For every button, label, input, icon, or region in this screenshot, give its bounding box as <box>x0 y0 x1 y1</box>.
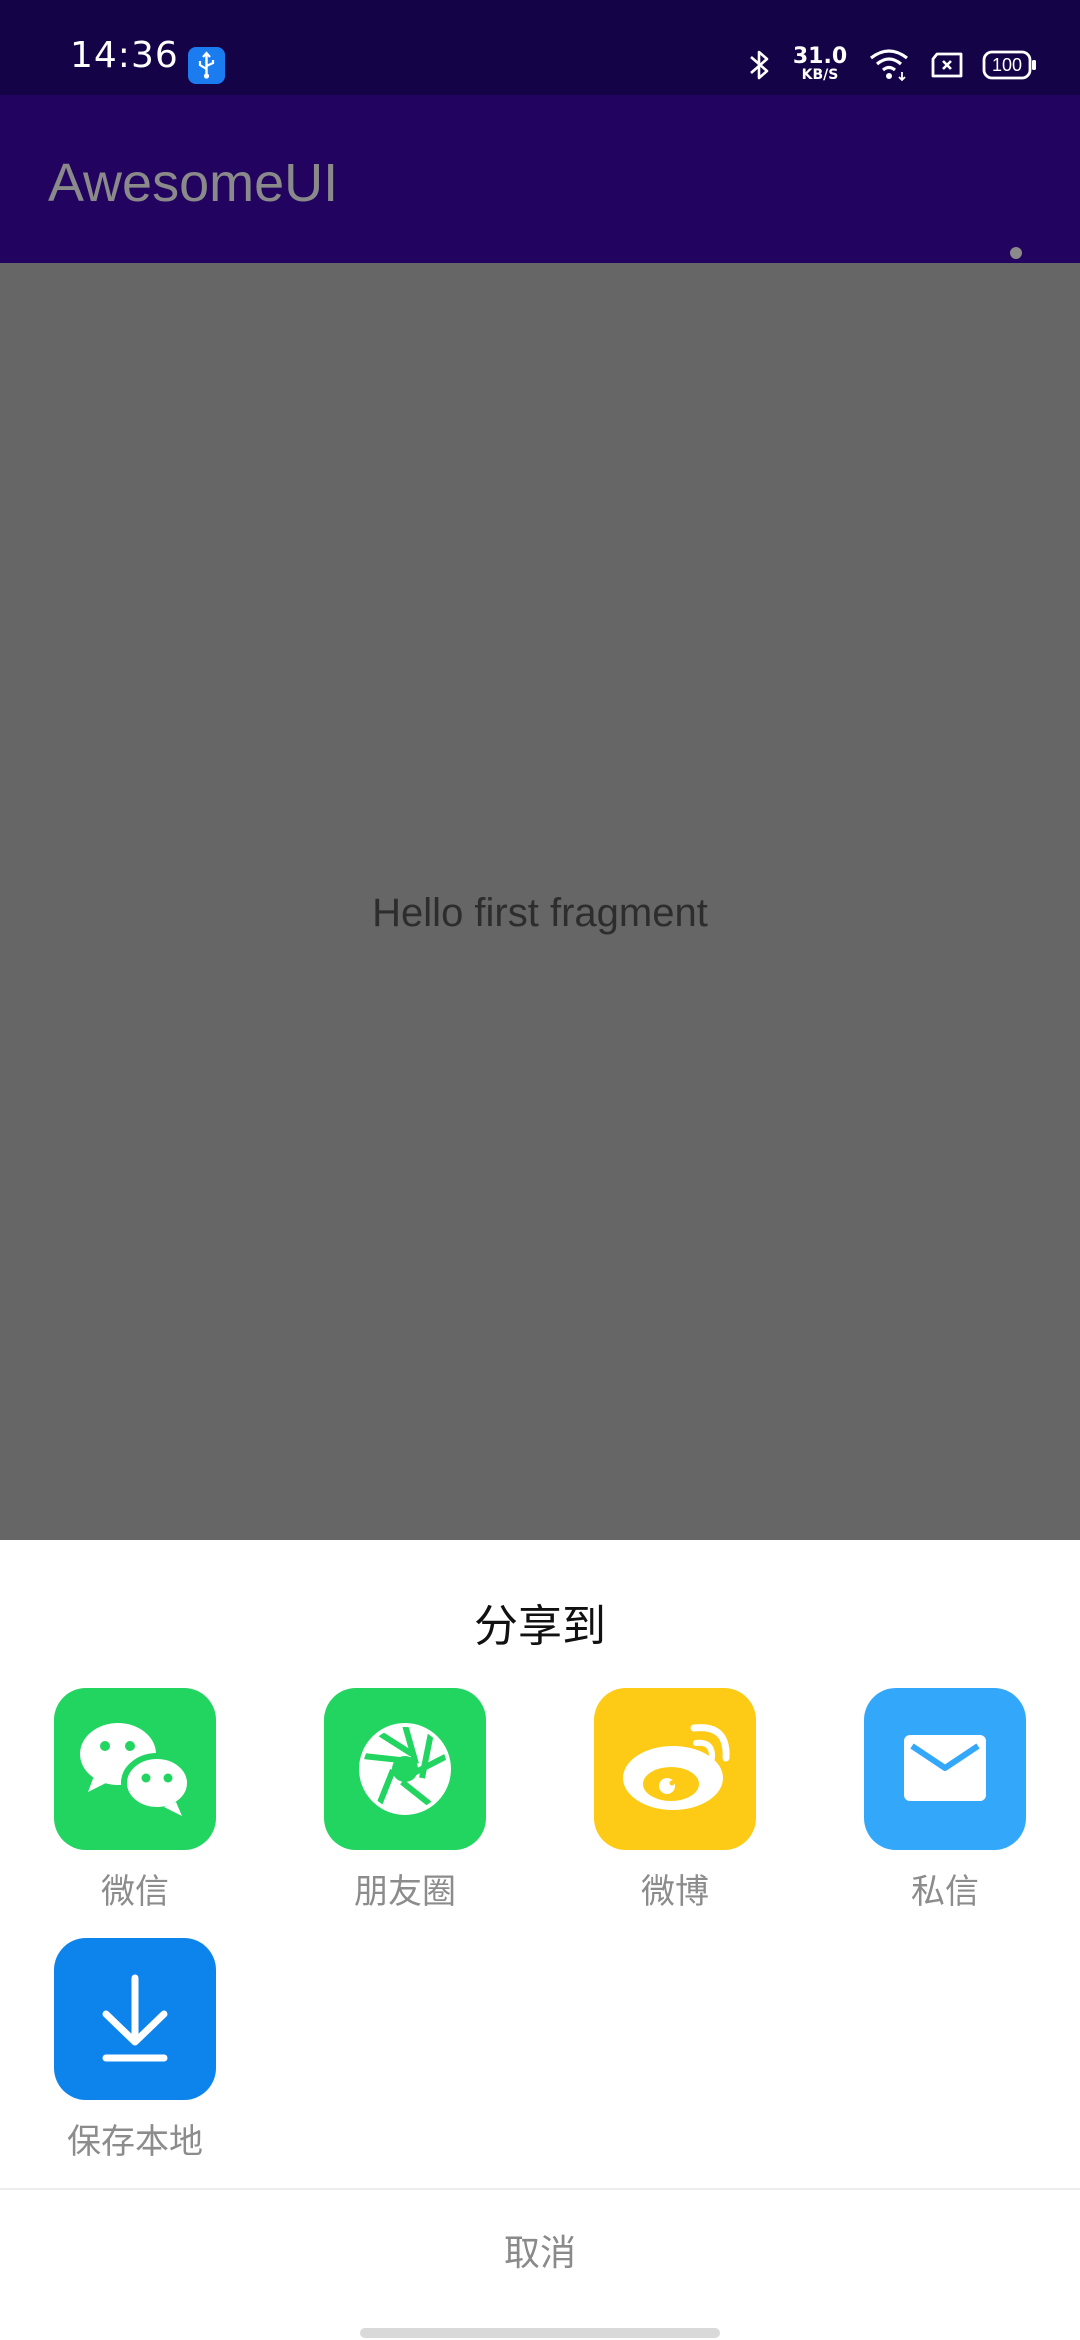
weibo-icon <box>594 1688 756 1850</box>
share-label: 朋友圈 <box>354 1872 456 1912</box>
net-speed-value: 31.0 <box>792 44 848 69</box>
download-icon <box>54 1938 216 2100</box>
status-bar: 14:36 31.0 KB/S 100 <box>0 0 1080 95</box>
dim-overlay[interactable]: Hello first fragment <box>0 263 1080 1540</box>
share-label: 微信 <box>101 1872 169 1912</box>
share-label: 私信 <box>911 1872 979 1912</box>
bluetooth-icon <box>748 48 772 86</box>
status-icons: 31.0 KB/S 100 <box>680 0 1080 95</box>
wechat-icon <box>54 1688 216 1850</box>
share-wechat[interactable]: 微信 <box>35 1688 235 1913</box>
sheet-title: 分享到 <box>474 1601 606 1652</box>
mail-icon <box>864 1688 1026 1850</box>
cancel-button[interactable]: 取消 <box>0 2192 1080 2322</box>
wifi-icon <box>868 46 910 86</box>
share-weibo[interactable]: 微博 <box>575 1688 775 1913</box>
share-sheet: 分享到 微信 朋友圈 微博 私信 保存本地 取消 <box>0 1540 1080 2340</box>
moments-icon <box>324 1688 486 1850</box>
sim-icon <box>930 52 964 82</box>
share-moments[interactable]: 朋友圈 <box>305 1688 505 1913</box>
share-label: 保存本地 <box>67 2122 203 2162</box>
share-message[interactable]: 私信 <box>845 1688 1045 1913</box>
net-speed: 31.0 KB/S <box>790 44 850 83</box>
app-title: AwesomeUI <box>48 153 339 213</box>
home-indicator[interactable] <box>360 2328 720 2338</box>
usb-icon <box>188 47 225 84</box>
divider <box>0 2188 1080 2190</box>
fragment-text: Hello first fragment <box>372 891 708 935</box>
app-bar: AwesomeUI <box>0 95 1080 303</box>
battery-icon: 100 <box>982 50 1036 80</box>
status-time: 14:36 <box>70 35 179 76</box>
share-label: 微博 <box>641 1872 709 1912</box>
share-save-local[interactable]: 保存本地 <box>35 1938 235 2163</box>
battery-level: 100 <box>991 55 1023 75</box>
net-speed-unit: KB/S <box>801 67 839 83</box>
